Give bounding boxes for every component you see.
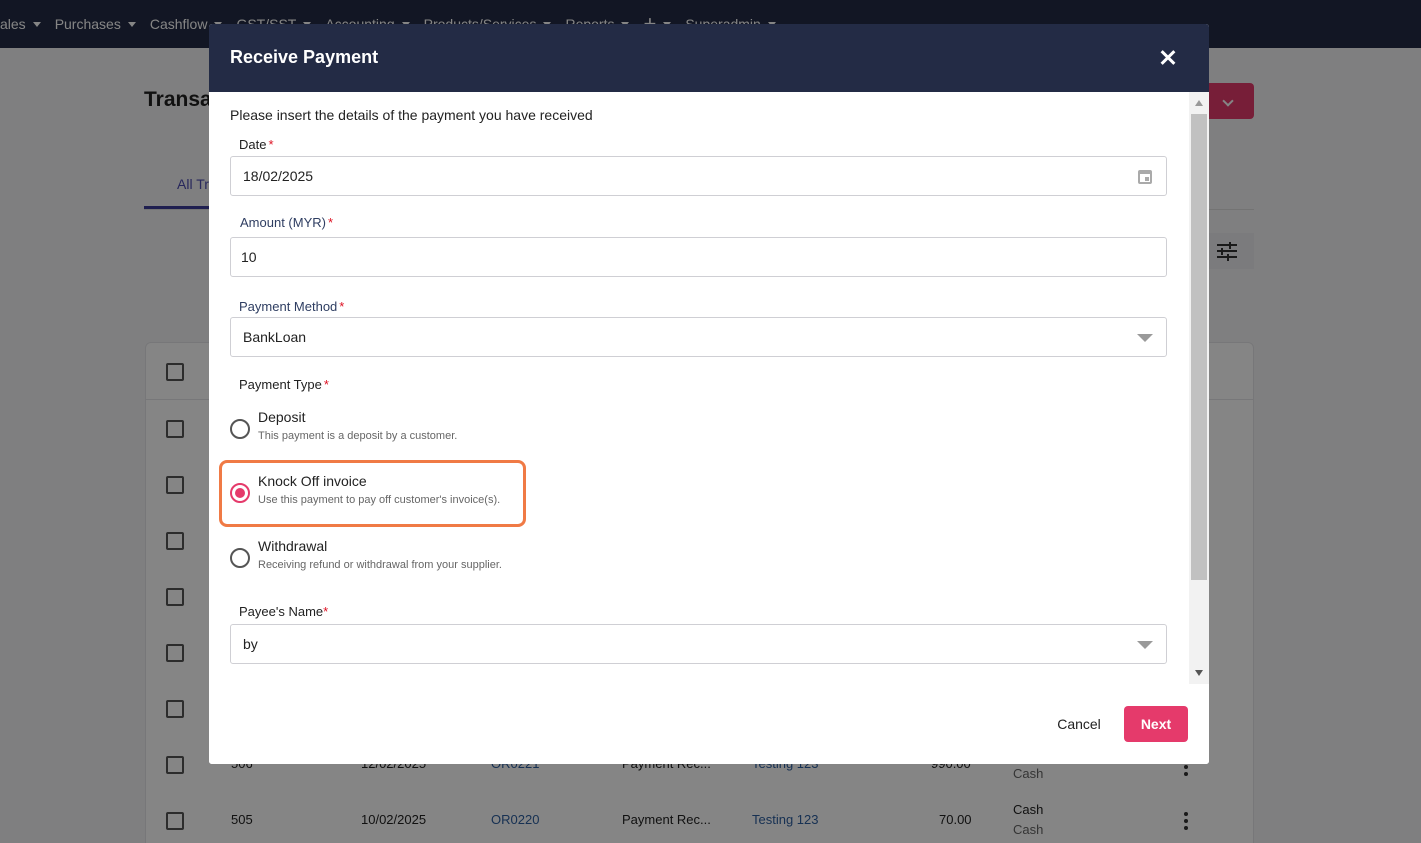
chevron-down-icon: [1137, 334, 1153, 342]
radio-selected-icon[interactable]: [230, 483, 250, 503]
payment-type-label: Payment Type *: [239, 377, 329, 392]
option-description: This payment is a deposit by a customer.: [258, 430, 458, 442]
scroll-up-arrow-icon[interactable]: [1195, 100, 1203, 106]
payment-method-select[interactable]: BankLoan: [230, 317, 1167, 357]
cancel-button[interactable]: Cancel: [1044, 706, 1114, 742]
scroll-down-arrow-icon[interactable]: [1195, 670, 1203, 676]
date-label: Date *: [239, 137, 274, 152]
radio-icon[interactable]: [230, 548, 250, 568]
close-icon[interactable]: [1156, 46, 1180, 70]
payment-type-option-withdrawal[interactable]: Withdrawal Receiving refund or withdrawa…: [230, 538, 730, 588]
option-description: Receiving refund or withdrawal from your…: [258, 559, 502, 571]
payment-method-value: BankLoan: [243, 329, 307, 345]
date-field[interactable]: 18/02/2025: [230, 156, 1167, 196]
option-description: Use this payment to pay off customer's i…: [258, 494, 501, 506]
chevron-down-icon: [1137, 641, 1153, 649]
next-button[interactable]: Next: [1124, 706, 1188, 742]
payment-method-label: Payment Method *: [239, 299, 345, 314]
amount-field[interactable]: 10: [230, 237, 1167, 277]
dialog-header: Receive Payment: [209, 24, 1209, 92]
option-title: Withdrawal: [258, 538, 328, 554]
payment-type-option-knock-off-invoice[interactable]: Knock Off invoice Use this payment to pa…: [230, 473, 730, 523]
payee-name-label: Payee's Name*: [239, 604, 329, 619]
payee-name-value: by: [243, 636, 258, 652]
dialog-scrollbar[interactable]: [1189, 92, 1209, 684]
payee-name-select[interactable]: by: [230, 624, 1167, 664]
amount-value: 10: [241, 249, 257, 265]
receive-payment-dialog: Receive Payment Please insert the detail…: [209, 24, 1209, 764]
radio-icon[interactable]: [230, 419, 250, 439]
dialog-footer: Cancel Next: [209, 684, 1209, 764]
dialog-title: Receive Payment: [230, 47, 379, 67]
calendar-icon[interactable]: [1138, 170, 1152, 184]
dialog-intro-text: Please insert the details of the payment…: [230, 107, 593, 123]
option-title: Knock Off invoice: [258, 473, 367, 489]
option-title: Deposit: [258, 409, 306, 425]
amount-label: Amount (MYR) *: [240, 215, 334, 230]
dialog-body: Please insert the details of the payment…: [209, 92, 1189, 684]
date-value: 18/02/2025: [243, 168, 314, 184]
scrollbar-thumb[interactable]: [1191, 114, 1207, 580]
payment-type-option-deposit[interactable]: Deposit This payment is a deposit by a c…: [230, 409, 730, 459]
